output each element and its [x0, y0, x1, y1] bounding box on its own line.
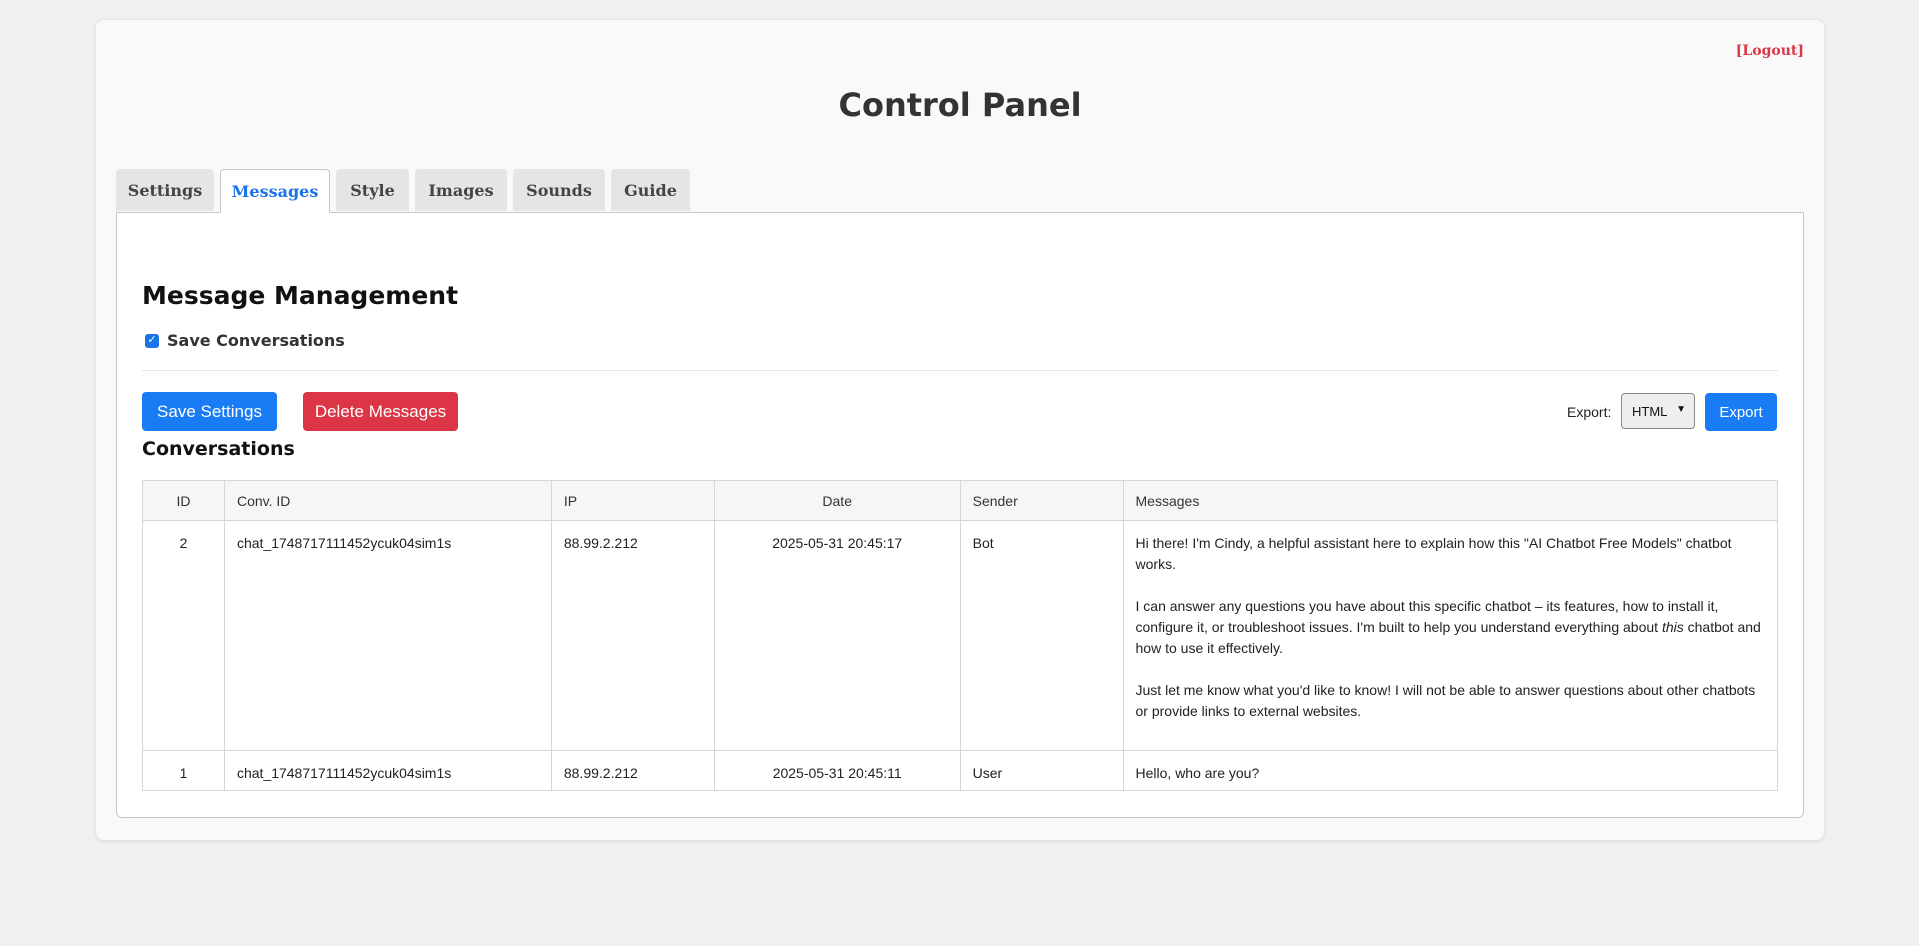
- export-button[interactable]: Export: [1705, 393, 1777, 431]
- cell-id: 2: [142, 520, 225, 751]
- tab-guide[interactable]: Guide: [611, 169, 690, 211]
- message-paragraph: Hi there! I'm Cindy, a helpful assistant…: [1135, 535, 1732, 572]
- cell-id: 1: [142, 750, 225, 791]
- section-title: Message Management: [142, 281, 459, 310]
- cell-ip: 88.99.2.212: [550, 750, 715, 791]
- export-format-select[interactable]: HTML ▼: [1621, 393, 1695, 429]
- save-conversations-row: ✓ Save Conversations: [145, 331, 345, 350]
- cell-message: Hello, who are you?: [1122, 750, 1779, 791]
- column-header-sender[interactable]: Sender: [959, 480, 1124, 521]
- save-conversations-label: Save Conversations: [167, 331, 345, 350]
- tab-settings[interactable]: Settings: [116, 169, 214, 211]
- column-header-id[interactable]: ID: [142, 480, 225, 521]
- page-title: Control Panel: [838, 86, 1082, 124]
- cell-message: Hi there! I'm Cindy, a helpful assistant…: [1122, 520, 1779, 751]
- column-header-date[interactable]: Date: [713, 480, 961, 521]
- tab-style[interactable]: Style: [336, 169, 409, 211]
- table-header-row: ID Conv. ID IP Date Sender Messages: [142, 480, 1779, 521]
- messages-tab-content: Message Management ✓ Save Conversations …: [116, 213, 1804, 818]
- cell-conv-id: chat_1748717111452ycuk04sim1s: [223, 750, 552, 791]
- divider: [142, 370, 1778, 371]
- conversations-title: Conversations: [142, 438, 295, 460]
- export-format-value: HTML: [1632, 403, 1668, 419]
- column-header-ip[interactable]: IP: [550, 480, 715, 521]
- chevron-down-icon: ▼: [1676, 404, 1686, 415]
- cell-sender: Bot: [959, 520, 1124, 751]
- delete-messages-button[interactable]: Delete Messages: [303, 392, 458, 431]
- export-label: Export:: [1567, 404, 1612, 420]
- table-row: 1 chat_1748717111452ycuk04sim1s 88.99.2.…: [142, 750, 1779, 791]
- tab-bar: Settings Messages Style Images Sounds Gu…: [116, 150, 1804, 213]
- logout-link[interactable]: [Logout]: [1736, 43, 1804, 59]
- tab-sounds[interactable]: Sounds: [513, 169, 605, 211]
- conversations-table: ID Conv. ID IP Date Sender Messages 2 ch…: [142, 480, 1779, 791]
- table-row: 2 chat_1748717111452ycuk04sim1s 88.99.2.…: [142, 520, 1779, 751]
- column-header-conv-id[interactable]: Conv. ID: [223, 480, 552, 521]
- message-paragraph: I can answer any questions you have abou…: [1135, 598, 1761, 656]
- cell-date: 2025-05-31 20:45:17: [713, 520, 961, 751]
- save-conversations-checkbox[interactable]: ✓: [145, 333, 159, 348]
- tab-images[interactable]: Images: [415, 169, 507, 211]
- column-header-messages[interactable]: Messages: [1122, 480, 1779, 521]
- cell-sender: User: [959, 750, 1124, 791]
- cell-date: 2025-05-31 20:45:11: [713, 750, 961, 791]
- tab-messages[interactable]: Messages: [220, 169, 330, 213]
- message-paragraph: Just let me know what you'd like to know…: [1135, 682, 1756, 719]
- save-settings-button[interactable]: Save Settings: [142, 392, 277, 431]
- control-panel: [Logout] Control Panel Settings Messages…: [96, 20, 1824, 840]
- cell-ip: 88.99.2.212: [550, 520, 715, 751]
- cell-conv-id: chat_1748717111452ycuk04sim1s: [223, 520, 552, 751]
